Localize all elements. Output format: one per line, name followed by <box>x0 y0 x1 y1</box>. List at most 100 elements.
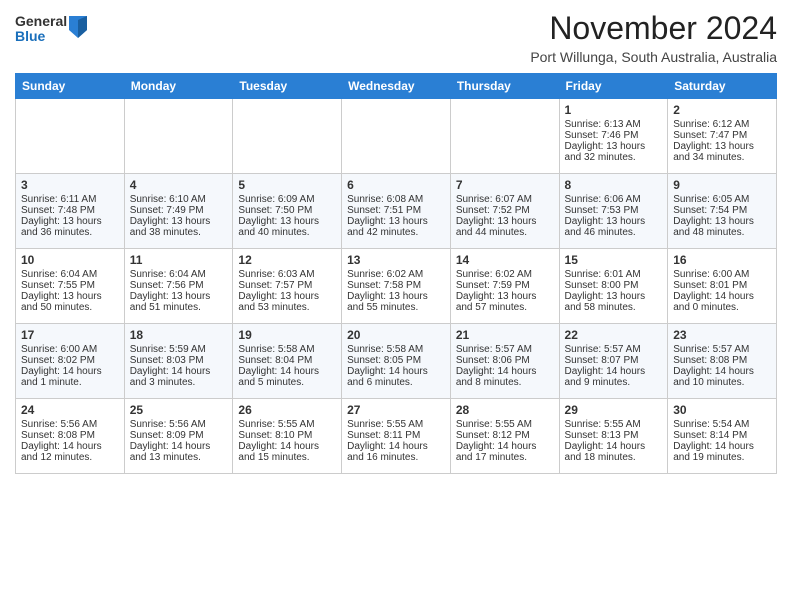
calendar-cell: 4Sunrise: 6:10 AMSunset: 7:49 PMDaylight… <box>124 174 233 249</box>
day-info-line: and 17 minutes. <box>456 452 554 463</box>
day-info-line: Daylight: 14 hours <box>21 366 119 377</box>
day-info-line: Sunrise: 6:02 AM <box>347 269 445 280</box>
calendar-week-row: 1Sunrise: 6:13 AMSunset: 7:46 PMDaylight… <box>16 99 777 174</box>
day-info-line: Daylight: 13 hours <box>238 291 336 302</box>
day-info-line: Sunset: 7:59 PM <box>456 280 554 291</box>
calendar-cell: 23Sunrise: 5:57 AMSunset: 8:08 PMDayligh… <box>668 324 777 399</box>
day-info-line: Daylight: 13 hours <box>565 216 663 227</box>
calendar-cell <box>342 99 451 174</box>
day-info-line: and 58 minutes. <box>565 302 663 313</box>
day-number: 26 <box>238 403 336 417</box>
day-info-line: Daylight: 13 hours <box>565 291 663 302</box>
day-info-line: Sunrise: 5:55 AM <box>456 419 554 430</box>
day-info-line: Sunset: 8:11 PM <box>347 430 445 441</box>
calendar-cell: 26Sunrise: 5:55 AMSunset: 8:10 PMDayligh… <box>233 399 342 474</box>
calendar-cell: 1Sunrise: 6:13 AMSunset: 7:46 PMDaylight… <box>559 99 668 174</box>
day-info-line: Sunrise: 5:58 AM <box>238 344 336 355</box>
day-info-line: Sunset: 8:05 PM <box>347 355 445 366</box>
day-info-line: and 18 minutes. <box>565 452 663 463</box>
day-info-line: and 57 minutes. <box>456 302 554 313</box>
day-info-line: Daylight: 13 hours <box>130 216 228 227</box>
day-info-line: and 32 minutes. <box>565 152 663 163</box>
day-number: 11 <box>130 253 228 267</box>
day-info-line: Sunset: 8:01 PM <box>673 280 771 291</box>
day-info-line: Sunrise: 5:55 AM <box>565 419 663 430</box>
day-info-line: Daylight: 13 hours <box>347 216 445 227</box>
calendar-cell: 14Sunrise: 6:02 AMSunset: 7:59 PMDayligh… <box>450 249 559 324</box>
day-info-line: and 48 minutes. <box>673 227 771 238</box>
day-info-line: and 53 minutes. <box>238 302 336 313</box>
day-info-line: Sunrise: 5:57 AM <box>565 344 663 355</box>
day-info-line: and 38 minutes. <box>130 227 228 238</box>
calendar-cell: 9Sunrise: 6:05 AMSunset: 7:54 PMDaylight… <box>668 174 777 249</box>
day-info-line: Sunrise: 6:11 AM <box>21 194 119 205</box>
day-info-line: Sunset: 7:51 PM <box>347 205 445 216</box>
day-info-line: Daylight: 13 hours <box>565 141 663 152</box>
day-number: 28 <box>456 403 554 417</box>
day-info-line: Sunset: 7:52 PM <box>456 205 554 216</box>
day-number: 14 <box>456 253 554 267</box>
calendar-week-row: 17Sunrise: 6:00 AMSunset: 8:02 PMDayligh… <box>16 324 777 399</box>
logo-icon <box>69 16 87 38</box>
day-info-line: Daylight: 14 hours <box>456 441 554 452</box>
day-info-line: Daylight: 14 hours <box>565 366 663 377</box>
day-info-line: Sunrise: 6:08 AM <box>347 194 445 205</box>
day-info-line: Sunset: 8:02 PM <box>21 355 119 366</box>
day-info-line: Sunrise: 5:57 AM <box>456 344 554 355</box>
day-info-line: and 36 minutes. <box>21 227 119 238</box>
calendar-cell <box>233 99 342 174</box>
day-number: 7 <box>456 178 554 192</box>
day-number: 18 <box>130 328 228 342</box>
day-info-line: and 55 minutes. <box>347 302 445 313</box>
weekday-header-thursday: Thursday <box>450 74 559 99</box>
logo: General Blue <box>15 14 87 45</box>
day-info-line: and 9 minutes. <box>565 377 663 388</box>
day-info-line: Sunrise: 6:04 AM <box>21 269 119 280</box>
day-info-line: Sunset: 8:04 PM <box>238 355 336 366</box>
day-number: 15 <box>565 253 663 267</box>
calendar-cell: 27Sunrise: 5:55 AMSunset: 8:11 PMDayligh… <box>342 399 451 474</box>
day-number: 4 <box>130 178 228 192</box>
calendar-cell: 22Sunrise: 5:57 AMSunset: 8:07 PMDayligh… <box>559 324 668 399</box>
day-info-line: Sunset: 7:57 PM <box>238 280 336 291</box>
day-info-line: and 19 minutes. <box>673 452 771 463</box>
day-info-line: Sunrise: 6:07 AM <box>456 194 554 205</box>
day-info-line: Sunrise: 5:57 AM <box>673 344 771 355</box>
calendar-cell: 10Sunrise: 6:04 AMSunset: 7:55 PMDayligh… <box>16 249 125 324</box>
day-info-line: Sunset: 7:46 PM <box>565 130 663 141</box>
day-info-line: Sunrise: 6:09 AM <box>238 194 336 205</box>
weekday-header-row: SundayMondayTuesdayWednesdayThursdayFrid… <box>16 74 777 99</box>
weekday-header-monday: Monday <box>124 74 233 99</box>
day-info-line: and 16 minutes. <box>347 452 445 463</box>
calendar-cell: 25Sunrise: 5:56 AMSunset: 8:09 PMDayligh… <box>124 399 233 474</box>
day-info-line: Sunset: 7:58 PM <box>347 280 445 291</box>
day-info-line: and 0 minutes. <box>673 302 771 313</box>
calendar-cell <box>450 99 559 174</box>
calendar-week-row: 10Sunrise: 6:04 AMSunset: 7:55 PMDayligh… <box>16 249 777 324</box>
calendar-cell: 11Sunrise: 6:04 AMSunset: 7:56 PMDayligh… <box>124 249 233 324</box>
day-info-line: Sunset: 8:08 PM <box>673 355 771 366</box>
calendar-cell: 19Sunrise: 5:58 AMSunset: 8:04 PMDayligh… <box>233 324 342 399</box>
day-info-line: Daylight: 13 hours <box>21 291 119 302</box>
day-info-line: Daylight: 14 hours <box>21 441 119 452</box>
calendar-cell: 20Sunrise: 5:58 AMSunset: 8:05 PMDayligh… <box>342 324 451 399</box>
day-info-line: Daylight: 13 hours <box>21 216 119 227</box>
day-info-line: and 6 minutes. <box>347 377 445 388</box>
day-number: 8 <box>565 178 663 192</box>
day-number: 17 <box>21 328 119 342</box>
day-info-line: Daylight: 14 hours <box>565 441 663 452</box>
day-info-line: Sunset: 8:12 PM <box>456 430 554 441</box>
day-number: 24 <box>21 403 119 417</box>
day-info-line: Sunset: 7:53 PM <box>565 205 663 216</box>
day-info-line: Sunset: 7:50 PM <box>238 205 336 216</box>
day-info-line: and 15 minutes. <box>238 452 336 463</box>
day-info-line: Sunset: 8:00 PM <box>565 280 663 291</box>
day-info-line: Sunset: 7:49 PM <box>130 205 228 216</box>
calendar-cell: 12Sunrise: 6:03 AMSunset: 7:57 PMDayligh… <box>233 249 342 324</box>
day-info-line: and 50 minutes. <box>21 302 119 313</box>
logo-blue-text: Blue <box>15 29 67 44</box>
day-info-line: Sunrise: 5:59 AM <box>130 344 228 355</box>
day-number: 13 <box>347 253 445 267</box>
day-info-line: and 40 minutes. <box>238 227 336 238</box>
weekday-header-tuesday: Tuesday <box>233 74 342 99</box>
